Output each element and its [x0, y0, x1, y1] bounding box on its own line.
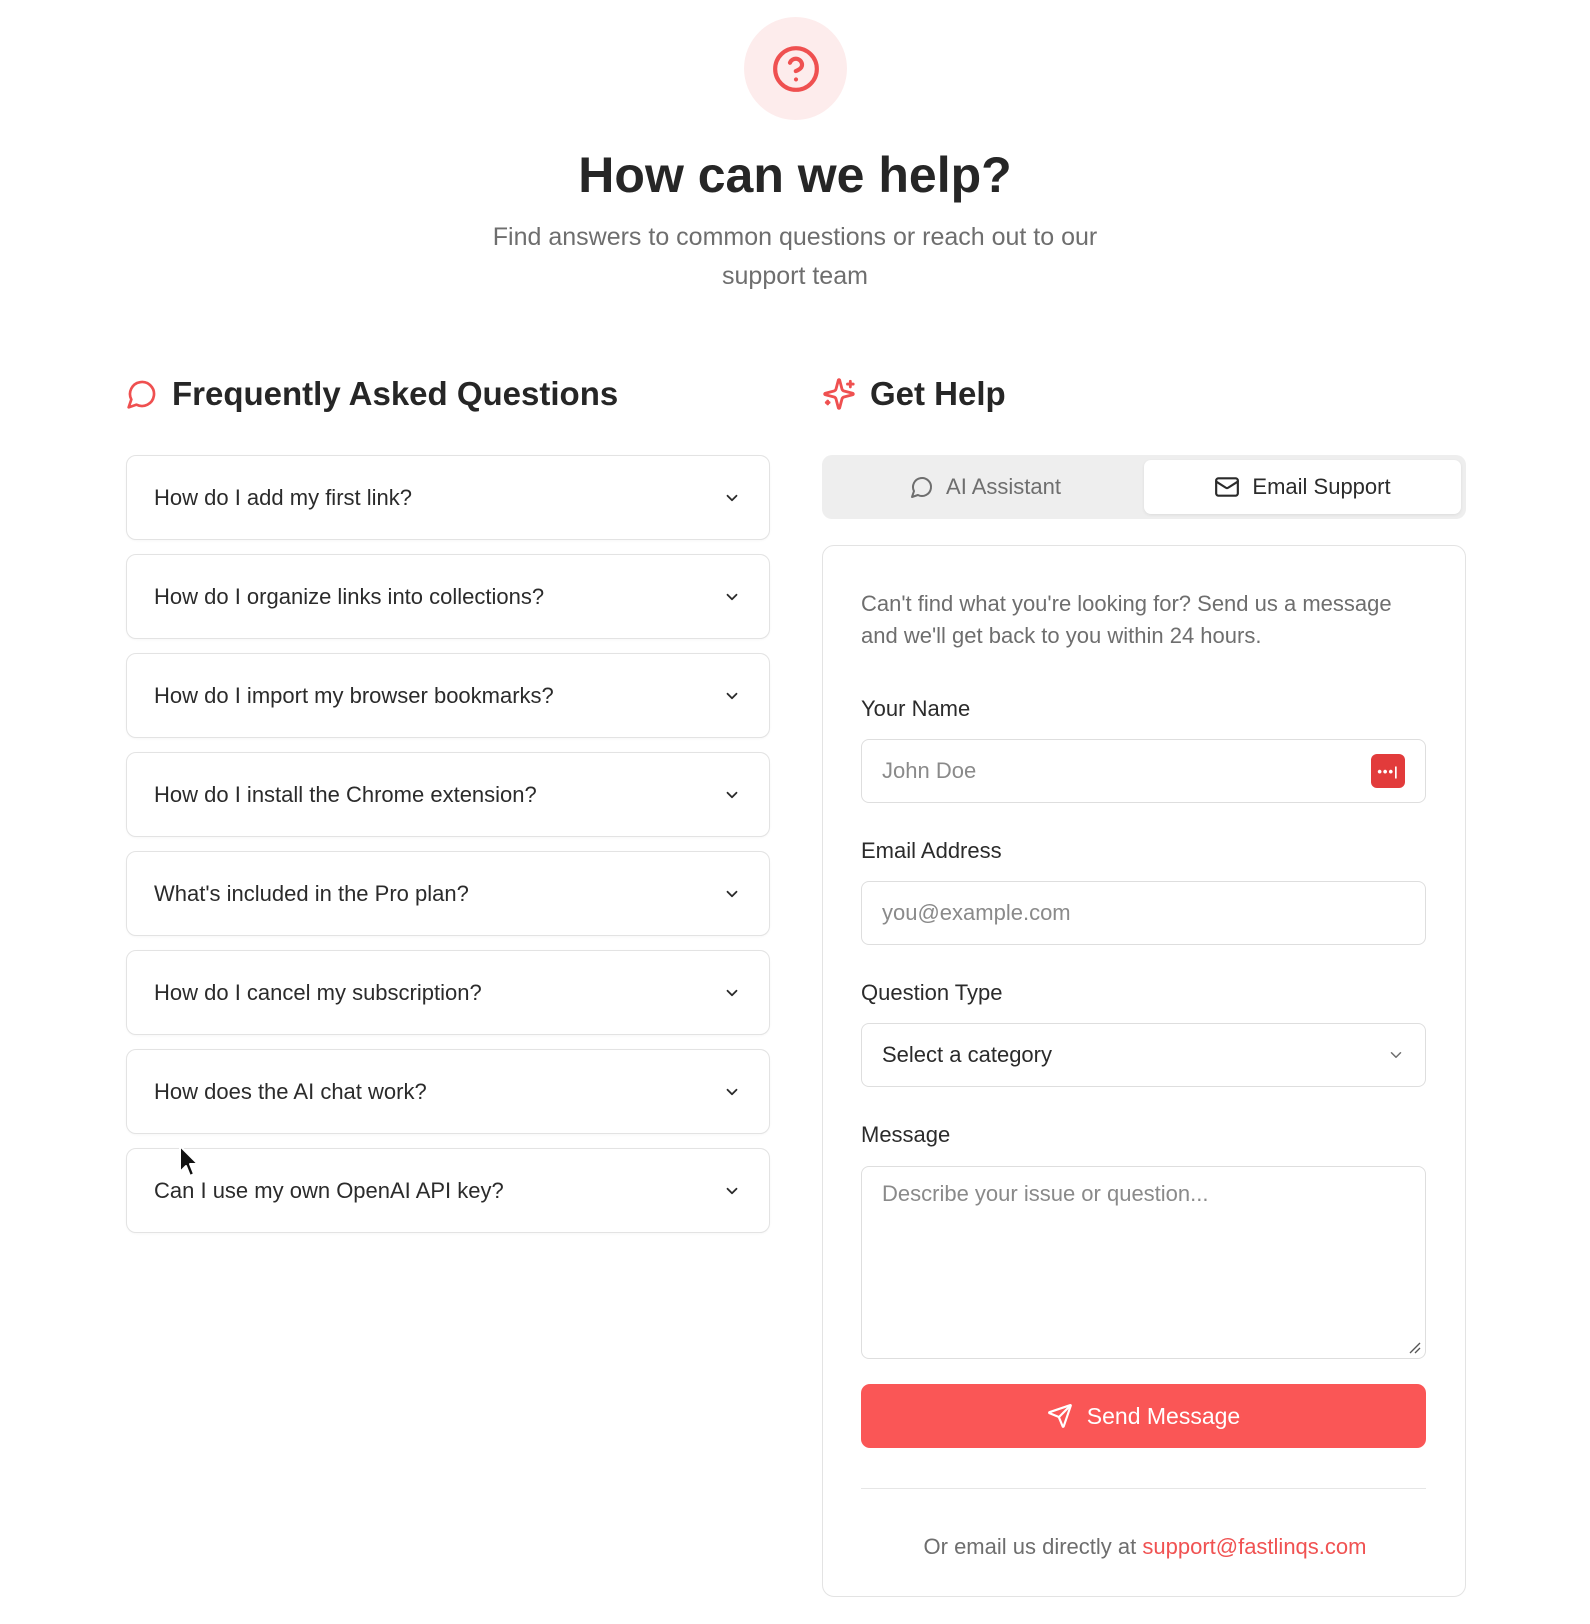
email-input[interactable] — [882, 900, 1405, 926]
faq-item[interactable]: How do I organize links into collections… — [126, 554, 770, 639]
faq-question: How do I cancel my subscription? — [154, 979, 482, 1005]
question-circle-icon — [772, 45, 819, 92]
email-support-card: Can't find what you're looking for? Send… — [822, 545, 1466, 1597]
select-value: Select a category — [882, 1042, 1052, 1067]
faq-item[interactable]: Can I use my own OpenAI API key? — [126, 1148, 770, 1233]
message-textarea[interactable] — [882, 1181, 1405, 1344]
tab-ai-assistant[interactable]: AI Assistant — [827, 460, 1144, 514]
faq-question: How do I organize links into collections… — [154, 583, 545, 609]
chat-bubble-icon — [127, 380, 156, 409]
name-field-wrapper: •••| — [861, 739, 1426, 803]
question-type-select[interactable]: Select a category — [861, 1023, 1426, 1087]
direct-email-prefix: Or email us directly at — [923, 1534, 1137, 1559]
faq-item[interactable]: How do I install the Chrome extension? — [126, 752, 770, 837]
faq-heading-label: Frequently Asked Questions — [172, 375, 619, 412]
faq-item[interactable]: How do I add my first link? — [126, 455, 770, 540]
help-heading: Get Help — [822, 375, 1006, 413]
tab-email-support[interactable]: Email Support — [1144, 460, 1461, 514]
faq-question: How does the AI chat work? — [154, 1078, 427, 1104]
message-label: Message — [861, 1122, 951, 1147]
chevron-down-icon — [726, 1088, 738, 1095]
page-title: How can we help? — [578, 147, 1012, 203]
chevron-down-icon — [726, 1187, 738, 1194]
divider — [861, 1488, 1426, 1489]
chevron-down-icon — [726, 890, 738, 897]
resize-handle-icon[interactable] — [1407, 1340, 1421, 1354]
chevron-down-icon — [726, 989, 738, 996]
chevron-down-icon — [726, 791, 738, 798]
faq-question: Can I use my own OpenAI API key? — [154, 1177, 504, 1203]
help-badge — [744, 17, 847, 120]
password-manager-icon[interactable]: •••| — [1371, 754, 1405, 788]
faq-question: How do I import my browser bookmarks? — [154, 682, 554, 708]
faq-question: What's included in the Pro plan? — [154, 880, 469, 906]
help-tabs: AI Assistant Email Support — [822, 455, 1466, 519]
chevron-down-icon — [726, 494, 738, 501]
mail-icon — [1215, 477, 1240, 497]
send-message-button[interactable]: Send Message — [861, 1384, 1426, 1448]
faq-question: How do I install the Chrome extension? — [154, 781, 537, 807]
direct-email-line: Or email us directly at support@fastlinq… — [823, 1534, 1467, 1560]
name-input[interactable] — [882, 758, 1371, 784]
faq-question: How do I add my first link? — [154, 484, 412, 510]
name-label: Your Name — [861, 696, 971, 721]
faq-heading: Frequently Asked Questions — [126, 375, 618, 413]
support-email-link[interactable]: support@fastlinqs.com — [1142, 1534, 1366, 1559]
chat-bubble-icon — [911, 477, 932, 498]
form-intro: Can't find what you're looking for? Send… — [861, 591, 1392, 648]
question-type-label: Question Type — [861, 980, 1003, 1005]
send-icon — [1047, 1404, 1072, 1428]
faq-list: How do I add my first link? How do I org… — [126, 455, 770, 1247]
page-subtitle: Find answers to common questions or reac… — [492, 223, 1098, 290]
tab-label: Email Support — [1252, 474, 1391, 499]
message-field-wrapper — [861, 1166, 1426, 1359]
mouse-cursor-icon — [179, 1145, 199, 1177]
send-message-label: Send Message — [1086, 1402, 1241, 1429]
faq-item[interactable]: How do I cancel my subscription? — [126, 950, 770, 1035]
help-heading-label: Get Help — [870, 375, 1006, 412]
chevron-down-icon — [726, 593, 738, 600]
sparkle-icon — [823, 378, 855, 410]
faq-item[interactable]: How do I import my browser bookmarks? — [126, 653, 770, 738]
chevron-down-icon — [1390, 1052, 1402, 1058]
faq-item[interactable]: What's included in the Pro plan? — [126, 851, 770, 936]
email-label: Email Address — [861, 838, 1002, 863]
faq-item[interactable]: How does the AI chat work? — [126, 1049, 770, 1134]
tab-label: AI Assistant — [946, 474, 1061, 499]
email-field-wrapper — [861, 881, 1426, 945]
chevron-down-icon — [726, 692, 738, 699]
